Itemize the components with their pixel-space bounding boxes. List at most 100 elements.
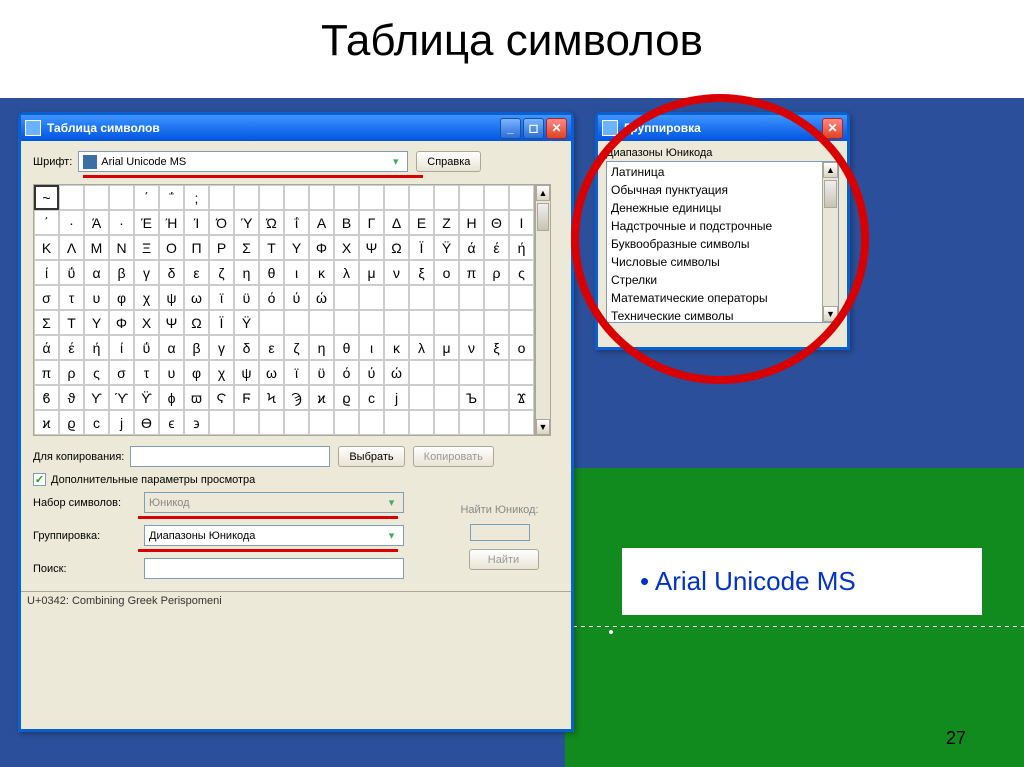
char-cell[interactable]: ϓ [109, 385, 134, 410]
char-cell[interactable] [384, 285, 409, 310]
char-cell[interactable] [284, 310, 309, 335]
char-cell[interactable]: Α [309, 210, 334, 235]
search-field[interactable] [144, 558, 404, 579]
char-cell[interactable]: Β [334, 210, 359, 235]
char-cell[interactable]: ζ [209, 260, 234, 285]
char-cell[interactable]: τ [134, 360, 159, 385]
char-cell[interactable]: υ [159, 360, 184, 385]
char-cell[interactable] [434, 285, 459, 310]
char-cell[interactable] [234, 410, 259, 435]
char-cell[interactable]: ϊ [209, 285, 234, 310]
char-cell[interactable]: Γ [359, 210, 384, 235]
char-cell[interactable]: ϰ [309, 385, 334, 410]
scroll-down-button[interactable]: ▼ [536, 419, 550, 435]
char-cell[interactable] [434, 360, 459, 385]
char-cell[interactable] [84, 185, 109, 210]
char-cell[interactable]: π [34, 360, 59, 385]
char-cell[interactable]: ΄ [34, 210, 59, 235]
char-cell[interactable] [309, 410, 334, 435]
char-cell[interactable]: β [109, 260, 134, 285]
list-item[interactable]: Денежные единицы [607, 199, 838, 217]
char-cell[interactable]: Λ [59, 235, 84, 260]
char-cell[interactable]: Ϛ [209, 385, 234, 410]
help-button[interactable]: Справка [416, 151, 481, 172]
char-cell[interactable] [509, 185, 534, 210]
char-cell[interactable]: ϶ [184, 410, 209, 435]
char-cell[interactable]: υ [84, 285, 109, 310]
char-cell[interactable]: η [309, 335, 334, 360]
char-cell[interactable]: λ [409, 335, 434, 360]
char-cell[interactable]: μ [434, 335, 459, 360]
char-cell[interactable] [409, 185, 434, 210]
char-cell[interactable]: ϋ [234, 285, 259, 310]
char-cell[interactable] [409, 410, 434, 435]
char-cell[interactable]: ν [459, 335, 484, 360]
char-cell[interactable]: Κ [34, 235, 59, 260]
char-cell[interactable] [284, 410, 309, 435]
char-cell[interactable] [334, 310, 359, 335]
grouping-titlebar[interactable]: Группировка ✕ [598, 115, 847, 141]
list-item[interactable]: Буквообразные символы [607, 235, 838, 253]
char-cell[interactable]: ΰ [59, 260, 84, 285]
char-cell[interactable]: ύ [359, 360, 384, 385]
char-cell[interactable]: η [234, 260, 259, 285]
scroll-up-button[interactable]: ▲ [823, 162, 838, 178]
char-cell[interactable] [459, 310, 484, 335]
char-cell[interactable] [484, 360, 509, 385]
char-cell[interactable]: λ [334, 260, 359, 285]
char-cell[interactable]: δ [159, 260, 184, 285]
char-cell[interactable]: Υ [84, 310, 109, 335]
char-cell[interactable] [259, 410, 284, 435]
char-cell[interactable]: Ά [84, 210, 109, 235]
char-cell[interactable] [359, 310, 384, 335]
char-cell[interactable]: ά [459, 235, 484, 260]
char-cell[interactable]: ί [34, 260, 59, 285]
char-cell[interactable] [434, 410, 459, 435]
char-cell[interactable]: ώ [384, 360, 409, 385]
char-cell[interactable]: δ [234, 335, 259, 360]
charmap-titlebar[interactable]: Таблица символов _ ◻ ✕ [21, 115, 571, 141]
char-cell[interactable]: ς [84, 360, 109, 385]
char-cell[interactable]: ϵ [159, 410, 184, 435]
char-cell[interactable]: φ [109, 285, 134, 310]
char-cell[interactable]: Η [459, 210, 484, 235]
char-cell[interactable] [384, 310, 409, 335]
char-cell[interactable]: χ [209, 360, 234, 385]
char-cell[interactable]: Ϋ [434, 235, 459, 260]
char-cell[interactable]: ΰ [134, 335, 159, 360]
copy-button[interactable]: Копировать [413, 446, 494, 467]
char-cell[interactable]: Φ [309, 235, 334, 260]
char-cell[interactable]: έ [484, 235, 509, 260]
char-cell[interactable]: Ϫ [509, 385, 534, 410]
char-cell[interactable]: ξ [484, 335, 509, 360]
grouping-dropdown[interactable]: Диапазоны Юникода ▾ [144, 525, 404, 546]
list-item[interactable]: Латиница [607, 163, 838, 181]
char-cell[interactable]: ρ [59, 360, 84, 385]
char-cell[interactable]: Ϊ [409, 235, 434, 260]
char-cell[interactable] [459, 185, 484, 210]
char-cell[interactable] [459, 410, 484, 435]
char-cell[interactable]: ϴ [134, 410, 159, 435]
char-cell[interactable]: ϱ [334, 385, 359, 410]
char-cell[interactable]: ; [184, 185, 209, 210]
char-cell[interactable]: ε [184, 260, 209, 285]
char-cell[interactable] [334, 410, 359, 435]
char-cell[interactable]: Ϝ [234, 385, 259, 410]
char-cell[interactable]: · [59, 210, 84, 235]
char-cell[interactable]: Ϋ [234, 310, 259, 335]
char-cell[interactable] [359, 410, 384, 435]
char-cell[interactable]: Μ [84, 235, 109, 260]
char-cell[interactable]: θ [334, 335, 359, 360]
char-cell[interactable] [209, 185, 234, 210]
scroll-thumb[interactable] [537, 203, 549, 231]
char-cell[interactable] [434, 385, 459, 410]
char-cell[interactable]: Ό [209, 210, 234, 235]
scroll-down-button[interactable]: ▼ [823, 306, 838, 322]
char-cell[interactable] [459, 285, 484, 310]
char-cell[interactable]: θ [259, 260, 284, 285]
list-item[interactable]: Надстрочные и подстрочные [607, 217, 838, 235]
char-cell[interactable] [484, 310, 509, 335]
char-cell[interactable]: ϲ [84, 410, 109, 435]
char-cell[interactable] [434, 185, 459, 210]
char-cell[interactable] [259, 185, 284, 210]
